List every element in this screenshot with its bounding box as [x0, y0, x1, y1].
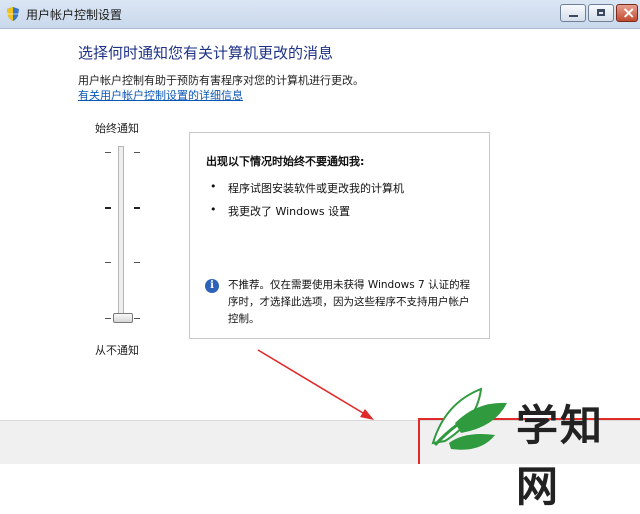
watermark-text: 学知网	[516, 401, 605, 511]
leaf-logo-icon	[431, 387, 507, 450]
